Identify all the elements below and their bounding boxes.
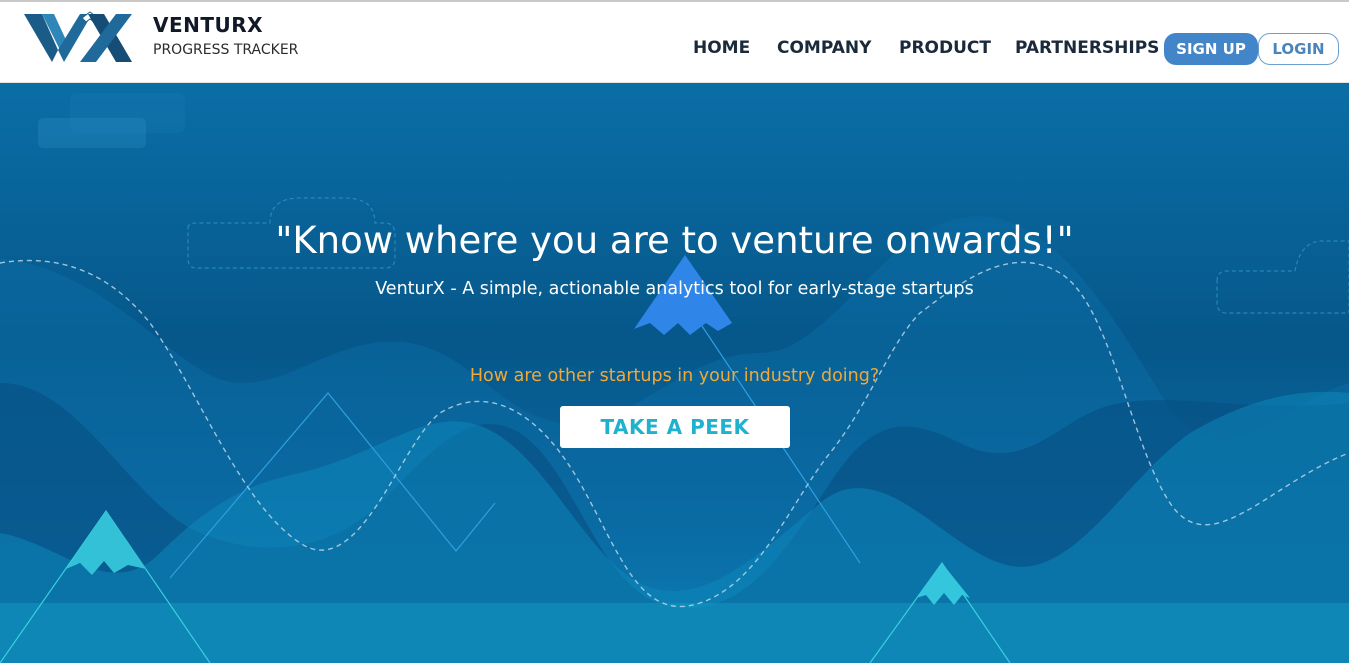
site-header: VENTURX PROGRESS TRACKER HOME COMPANY PR… [0,2,1349,83]
brand-name: VENTURX [153,13,264,37]
venturx-logo[interactable] [24,10,136,66]
hero-subheadline: VenturX - A simple, actionable analytics… [375,279,974,299]
take-a-peek-button[interactable]: TAKE A PEEK [560,406,790,448]
nav-company[interactable]: COMPANY [777,38,871,58]
nav-partnerships[interactable]: PARTNERSHIPS [1015,38,1159,58]
hero-question: How are other startups in your industry … [469,366,880,386]
hero-section: "Know where you are to venture onwards!"… [0,83,1349,663]
nav-home[interactable]: HOME [693,38,750,58]
nav-product[interactable]: PRODUCT [899,38,991,58]
signup-button[interactable]: SIGN UP [1164,33,1258,65]
hero-headline: "Know where you are to venture onwards!" [275,219,1074,262]
brand-tagline: PROGRESS TRACKER [153,42,299,58]
login-button[interactable]: LOGIN [1258,33,1339,65]
